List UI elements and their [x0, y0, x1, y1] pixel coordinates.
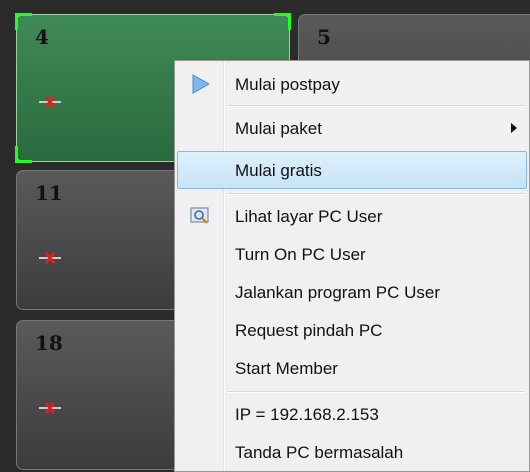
- pc-number: 18: [35, 331, 63, 355]
- red-x-icon: [39, 252, 61, 264]
- selection-corner: [274, 13, 291, 30]
- menu-item-label: Mulai paket: [235, 119, 322, 138]
- menu-item-label: IP = 192.168.2.153: [235, 405, 379, 424]
- pc-number: 11: [35, 181, 63, 205]
- red-x-icon: [39, 402, 61, 414]
- screen-view-icon: [190, 207, 209, 224]
- menu-item-ip[interactable]: IP = 192.168.2.153: [177, 395, 527, 433]
- menu-separator: [227, 105, 525, 107]
- menu-item-turn-on[interactable]: Turn On PC User: [177, 235, 527, 273]
- menu-item-label: Tanda PC bermasalah: [235, 443, 404, 462]
- menu-item-label: Jalankan program PC User: [235, 283, 441, 302]
- selection-corner: [15, 146, 32, 163]
- menu-separator: [227, 391, 525, 393]
- play-icon: [192, 74, 211, 94]
- menu-item-mulai-gratis[interactable]: Mulai gratis: [177, 151, 527, 189]
- menu-item-label: Lihat layar PC User: [235, 207, 383, 226]
- menu-item-label: Turn On PC User: [235, 245, 366, 264]
- context-menu: Mulai postpay Mulai paket Mulai gratis L…: [174, 60, 530, 472]
- menu-item-label: Request pindah PC: [235, 321, 383, 340]
- menu-item-jalankan-program[interactable]: Jalankan program PC User: [177, 273, 527, 311]
- submenu-arrow-icon: [511, 123, 517, 133]
- menu-separator: [227, 193, 525, 195]
- menu-item-mulai-postpay[interactable]: Mulai postpay: [177, 65, 527, 103]
- menu-item-label: Start Member: [235, 359, 338, 378]
- menu-item-mulai-paket[interactable]: Mulai paket: [177, 109, 527, 147]
- menu-item-lihat-layar[interactable]: Lihat layar PC User: [177, 197, 527, 235]
- menu-item-label: Mulai gratis: [235, 161, 322, 180]
- menu-item-label: Mulai postpay: [235, 75, 340, 94]
- menu-item-request-pindah[interactable]: Request pindah PC: [177, 311, 527, 349]
- pc-number: 5: [317, 25, 331, 49]
- red-x-icon: [39, 96, 61, 108]
- menu-item-start-member[interactable]: Start Member: [177, 349, 527, 387]
- menu-item-tanda-pc[interactable]: Tanda PC bermasalah: [177, 433, 527, 471]
- selection-corner: [15, 13, 32, 30]
- pc-number: 4: [35, 25, 49, 49]
